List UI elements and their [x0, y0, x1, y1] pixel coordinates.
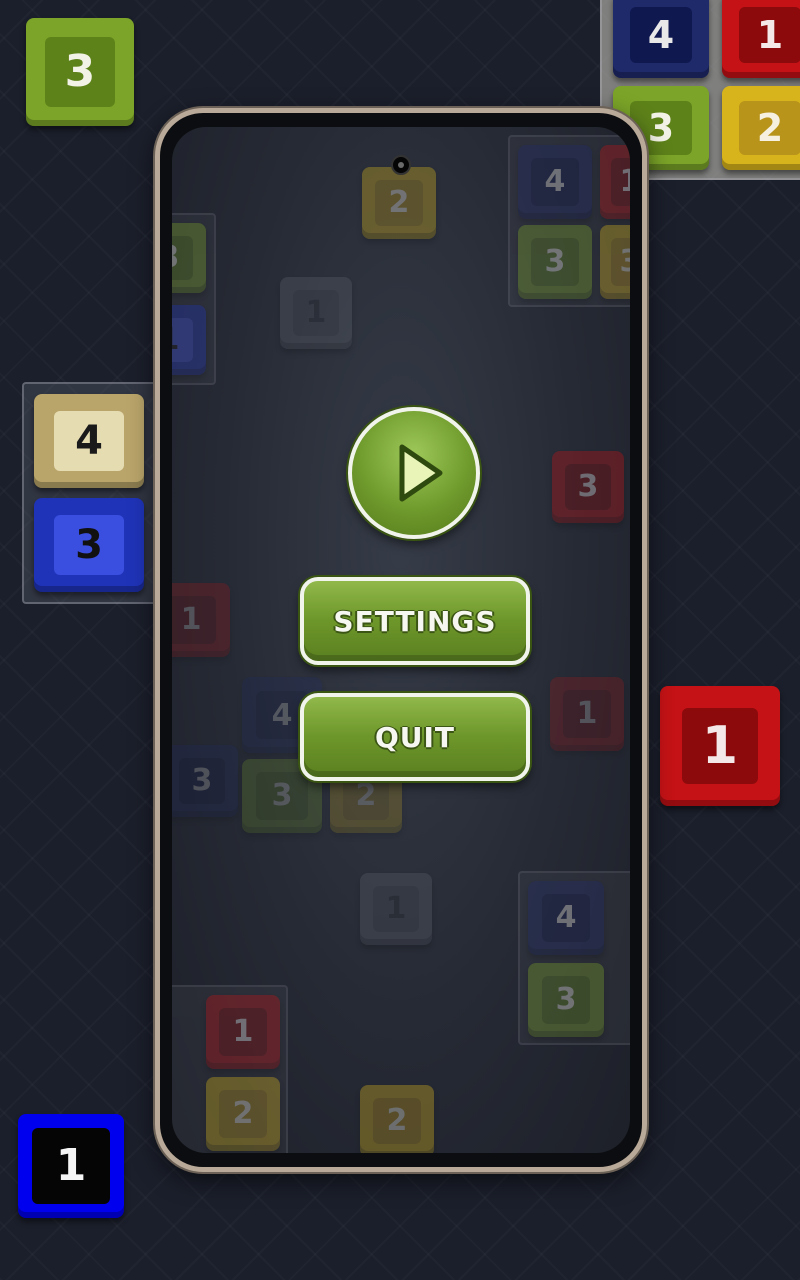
screen-tile: 2	[206, 1077, 280, 1151]
screen-tile: 2	[360, 1085, 434, 1153]
screen-tile: 3	[518, 225, 592, 299]
tile-value: 3	[172, 240, 179, 275]
screen-tile: 3	[172, 223, 206, 293]
background-tile: 1	[18, 1114, 124, 1218]
front-camera-icon	[391, 155, 411, 175]
tile-value: 1	[180, 602, 202, 638]
tile-value: 3	[555, 982, 577, 1018]
tile-value: 2	[756, 106, 784, 150]
tile-value: 3	[64, 46, 96, 98]
screen-tile: 3	[172, 745, 238, 817]
tile-value: 1	[576, 696, 598, 732]
tile-value: 4	[544, 164, 566, 200]
screen-tile: 1	[280, 277, 352, 349]
screen-tile: 1	[360, 873, 432, 945]
tile-value: 3	[544, 244, 566, 280]
screen-tile: 3	[600, 225, 630, 299]
tile-value: 4	[75, 418, 103, 464]
tile-value: 3	[191, 763, 213, 799]
background-tile: 2	[722, 86, 800, 170]
tile-value: 4	[555, 900, 577, 936]
tile-value: 2	[386, 1103, 408, 1139]
background-tile: 4	[613, 0, 709, 78]
settings-label: SETTINGS	[333, 604, 497, 638]
background-tile: 3	[26, 18, 134, 126]
screen-tile: 3	[528, 963, 604, 1037]
tile-value: 4	[647, 13, 675, 57]
tile-value: 3	[577, 469, 599, 505]
tile-value: 1	[619, 164, 630, 200]
quit-label: QUIT	[374, 720, 456, 754]
tile-value: 1	[305, 295, 327, 331]
screen-tile: 4	[518, 145, 592, 219]
tile-value: 3	[75, 522, 103, 568]
screen-tile: 2	[362, 167, 436, 239]
screen-tile: 1	[206, 995, 280, 1069]
background-tile: 1	[660, 686, 780, 806]
screen-tile: 1	[550, 677, 624, 751]
game-screen: 2 4 1 3 3 3 1 1 3 1 1	[172, 127, 630, 1153]
quit-button[interactable]: QUIT	[300, 693, 530, 781]
screen-tile: 1	[600, 145, 630, 219]
background-tile: 3	[34, 498, 144, 592]
tile-value: 2	[232, 1096, 254, 1132]
screen-tile: 4	[528, 881, 604, 955]
screen-tile: 1	[172, 305, 206, 375]
screen-tile: 1	[172, 583, 230, 657]
phone-frame: 2 4 1 3 3 3 1 1 3 1 1	[155, 108, 647, 1172]
tile-value: 1	[232, 1014, 254, 1050]
tile-value: 2	[388, 185, 410, 221]
background-tile: 1	[722, 0, 800, 78]
tile-value: 3	[647, 106, 675, 150]
screen-tile: 3	[552, 451, 624, 523]
tile-value: 1	[55, 1140, 87, 1192]
tile-value: 4	[271, 697, 293, 733]
play-icon	[399, 444, 443, 502]
play-button[interactable]	[348, 407, 480, 539]
settings-button[interactable]: SETTINGS	[300, 577, 530, 665]
tile-value: 3	[619, 244, 630, 280]
tile-value: 1	[385, 891, 407, 927]
tile-value: 1	[701, 715, 739, 776]
tile-value: 1	[172, 322, 179, 357]
background-tile: 4	[34, 394, 144, 488]
tile-value: 3	[271, 778, 293, 814]
tile-value: 2	[355, 778, 377, 814]
tile-value: 1	[756, 13, 784, 57]
